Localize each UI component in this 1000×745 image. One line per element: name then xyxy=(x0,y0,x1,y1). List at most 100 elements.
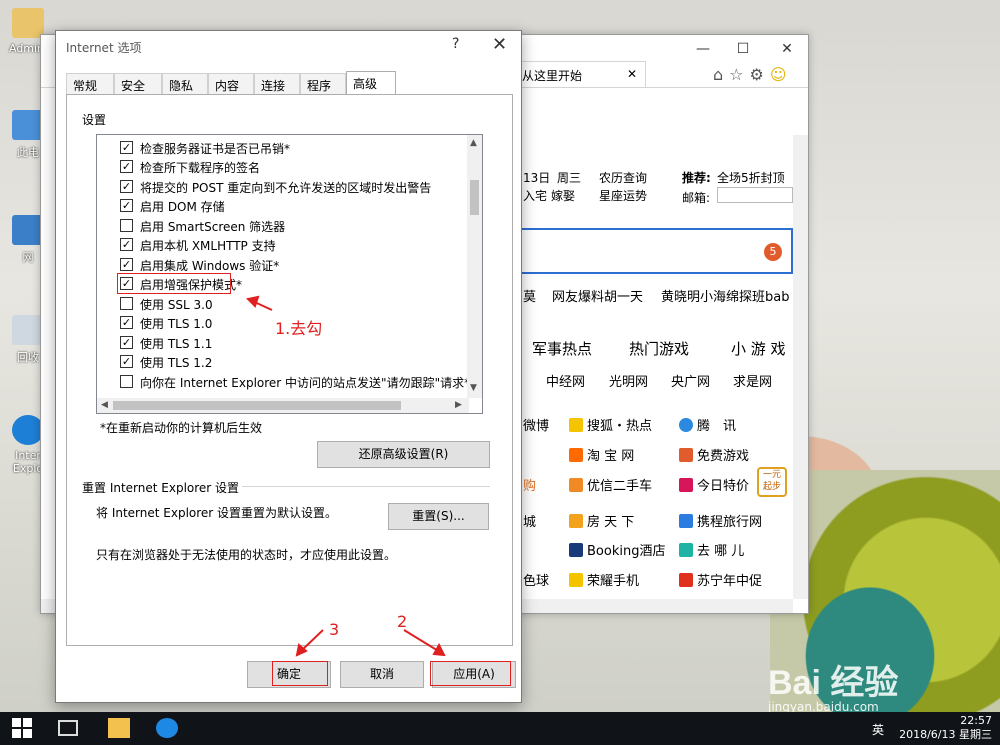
site-link[interactable]: 淘 宝 网 xyxy=(569,445,634,464)
task-view-icon[interactable] xyxy=(58,720,78,736)
help-icon[interactable]: ? xyxy=(452,36,459,52)
qunar-icon xyxy=(679,543,693,557)
news-item[interactable]: 网友爆料胡一天 xyxy=(552,286,643,305)
site-link[interactable]: 求是网 xyxy=(733,371,772,390)
xingzuo-link[interactable]: 星座运势 xyxy=(599,187,647,204)
site-link[interactable]: 去 哪 儿 xyxy=(679,540,744,559)
lunar-link[interactable]: 农历查询 xyxy=(599,169,647,186)
minimize-icon[interactable]: — xyxy=(693,41,713,57)
site-link[interactable]: 央广网 xyxy=(671,371,710,390)
checkbox[interactable] xyxy=(120,375,133,388)
restore-advanced-button[interactable]: 还原高级设置(R) xyxy=(317,441,490,468)
site-link[interactable]: 微博 xyxy=(523,415,549,434)
checkbox[interactable] xyxy=(120,219,133,232)
site-link[interactable]: 中经网 xyxy=(546,371,585,390)
checkbox[interactable]: ✓ xyxy=(120,316,133,329)
ie-taskbar-icon[interactable] xyxy=(156,718,178,738)
news-item[interactable]: 莫 xyxy=(523,286,536,305)
site-link[interactable]: 携程旅行网 xyxy=(679,511,762,530)
checkbox[interactable]: ✓ xyxy=(120,141,133,154)
reset-note: 只有在浏览器处于无法使用的状态时，才应使用此设置。 xyxy=(96,548,397,562)
suning-icon xyxy=(679,573,693,587)
checkbox[interactable]: ✓ xyxy=(120,355,133,368)
checkbox[interactable]: ✓ xyxy=(120,258,133,271)
tmall-icon xyxy=(679,478,693,492)
reset-button[interactable]: 重置(S)... xyxy=(388,503,489,530)
category-link[interactable]: 小 游 戏 xyxy=(731,338,786,359)
tab-connections[interactable]: 连接 xyxy=(254,73,300,95)
home-icon[interactable]: ⌂ xyxy=(713,65,729,84)
scroll-thumb[interactable] xyxy=(470,180,479,215)
site-link[interactable]: 腾 讯 xyxy=(679,415,736,434)
category-link[interactable]: 热门游戏 xyxy=(629,338,689,359)
scroll-up-icon[interactable]: ▲ xyxy=(470,138,477,148)
checkbox[interactable]: ✓ xyxy=(120,199,133,212)
fangtianxia-icon xyxy=(569,514,583,528)
taskbar: 英 22:57 2018/6/13 星期三 xyxy=(0,712,1000,745)
list-horizontal-scrollbar[interactable]: ◀ ▶ xyxy=(97,398,469,413)
tab-programs[interactable]: 程序 xyxy=(300,73,346,95)
input-language[interactable]: 英 xyxy=(872,721,884,738)
close-icon[interactable]: ✕ xyxy=(492,34,507,55)
scroll-down-icon[interactable]: ▼ xyxy=(470,383,477,393)
maximize-icon[interactable]: ☐ xyxy=(733,41,753,57)
email-input[interactable] xyxy=(717,187,793,203)
site-link[interactable]: 搜狐・热点 xyxy=(569,415,652,434)
checkbox[interactable]: ✓ xyxy=(120,160,133,173)
site-link[interactable]: 荣耀手机 xyxy=(569,570,639,589)
tuijian-link[interactable]: 全场5折封顶 xyxy=(717,169,785,186)
news-item[interactable]: 黄晓明小海绵探班bab xyxy=(661,286,789,305)
favorites-star-icon[interactable]: ☆ xyxy=(729,65,749,84)
checkbox[interactable]: ✓ xyxy=(120,336,133,349)
notification-badge: 5 xyxy=(764,243,782,261)
reset-description: 将 Internet Explorer 设置重置为默认设置。 xyxy=(96,506,338,520)
jiaqu-text: 嫁娶 xyxy=(551,189,576,203)
youxin-icon xyxy=(569,478,583,492)
annotation-step2: 2 xyxy=(397,612,408,631)
ie-tab[interactable]: 从这里开始 ✕ xyxy=(511,61,646,87)
promo-badge[interactable]: 一元起步 xyxy=(757,467,787,497)
tab-advanced[interactable]: 高级 xyxy=(346,71,396,95)
email-label: 邮箱: xyxy=(682,191,711,205)
checkbox[interactable]: ✓ xyxy=(120,180,133,193)
annotation-step3: 3 xyxy=(329,620,340,639)
site-link[interactable]: 色球 xyxy=(523,570,549,589)
clock[interactable]: 22:57 2018/6/13 星期三 xyxy=(899,714,992,742)
close-icon[interactable]: ✕ xyxy=(777,41,797,57)
site-link[interactable]: 优信二手车 xyxy=(569,475,652,494)
scroll-left-icon[interactable]: ◀ xyxy=(101,400,108,410)
date-text: 13日 xyxy=(523,171,551,185)
site-link[interactable]: Booking酒店 xyxy=(569,540,665,559)
checkbox[interactable]: ✓ xyxy=(120,238,133,251)
internet-options-dialog: Internet 选项 ? ✕ 常规 安全 隐私 内容 连接 程序 高级 设置 … xyxy=(55,30,522,703)
tab-content[interactable]: 内容 xyxy=(208,73,254,95)
tab-general[interactable]: 常规 xyxy=(66,73,114,95)
scroll-thumb[interactable] xyxy=(113,401,401,410)
category-link[interactable]: 军事热点 xyxy=(532,338,592,359)
weekday-text: 周三 xyxy=(557,171,582,185)
annotation-box-ok xyxy=(272,661,328,686)
site-link[interactable]: 苏宁年中促 xyxy=(679,570,762,589)
site-link[interactable]: 城 xyxy=(523,511,536,530)
tab-privacy[interactable]: 隐私 xyxy=(162,73,208,95)
checkbox[interactable] xyxy=(120,297,133,310)
gear-icon[interactable]: ⚙ xyxy=(750,65,770,84)
site-link[interactable]: 免费游戏 xyxy=(679,445,749,464)
site-link[interactable]: 今日特价 xyxy=(679,475,749,494)
search-box[interactable] xyxy=(511,228,793,274)
tab-security[interactable]: 安全 xyxy=(114,73,162,95)
cancel-button[interactable]: 取消 xyxy=(340,661,424,688)
list-vertical-scrollbar[interactable]: ▲ ▼ xyxy=(467,135,482,398)
site-link[interactable]: 光明网 xyxy=(609,371,648,390)
group-divider xyxy=(242,486,490,487)
file-explorer-icon[interactable] xyxy=(108,718,130,738)
annotation-box-apply xyxy=(430,661,511,686)
scroll-right-icon[interactable]: ▶ xyxy=(455,400,462,410)
ctrip-icon xyxy=(679,514,693,528)
site-link[interactable]: 房 天 下 xyxy=(569,511,634,530)
ie-vertical-scrollbar[interactable] xyxy=(793,135,808,599)
smiley-icon[interactable]: ☺ xyxy=(770,65,793,84)
tab-close-icon[interactable]: ✕ xyxy=(627,67,637,81)
start-icon[interactable] xyxy=(12,718,34,738)
site-link[interactable]: 购 xyxy=(523,475,536,494)
